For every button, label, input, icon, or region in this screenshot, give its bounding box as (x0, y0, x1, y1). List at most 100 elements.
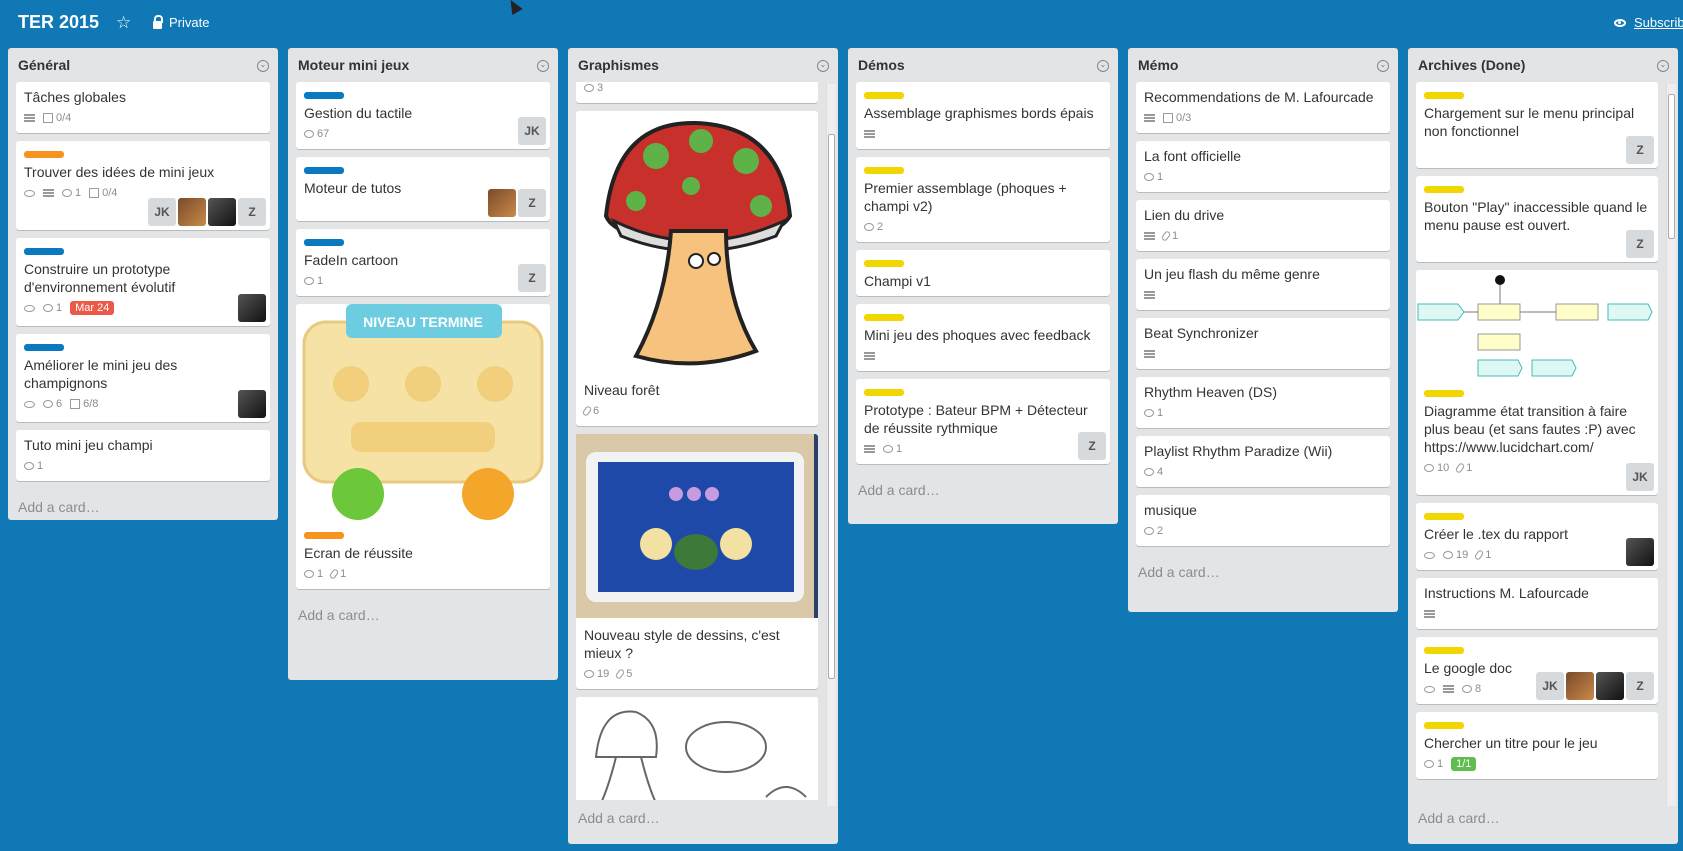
card[interactable]: Mini jeu des phoques avec feedback (856, 304, 1110, 371)
comment-count: 67 (317, 128, 330, 140)
card[interactable]: musique 2 (1136, 495, 1390, 546)
card-title: Niveau forêt (584, 382, 660, 398)
card[interactable]: Rhythm Heaven (DS) 1 (1136, 377, 1390, 428)
scrollbar-thumb[interactable] (828, 134, 835, 679)
member-avatar[interactable]: JK (1626, 463, 1654, 491)
card[interactable]: Prototype : Bateur BPM + Détecteur de ré… (856, 379, 1110, 464)
list-menu-icon[interactable]: ⌄ (817, 60, 829, 72)
card[interactable]: Niveau forêt 6 (576, 111, 818, 426)
list-title[interactable]: Mémo (1138, 57, 1178, 73)
list-title[interactable]: Démos (858, 57, 905, 73)
checklist-count: 0/4 (102, 187, 118, 199)
card[interactable]: Créer le .tex du rapport 19 1 (1416, 503, 1658, 570)
list-title[interactable]: Moteur mini jeux (298, 57, 409, 73)
comment-badge: 3 (584, 82, 603, 94)
member-avatar[interactable] (488, 189, 516, 217)
card-members: JK Z (1536, 672, 1654, 700)
visibility-button[interactable]: Private (153, 14, 209, 30)
list-title[interactable]: Graphismes (578, 57, 659, 73)
list-menu-icon[interactable]: ⌄ (257, 60, 269, 72)
list-menu-icon[interactable]: ⌄ (537, 60, 549, 72)
card[interactable]: Bouton "Play" inaccessible quand le menu… (1416, 176, 1658, 262)
card[interactable]: FadeIn cartoon 1 Z (296, 229, 550, 296)
card-members (238, 294, 266, 322)
subscribe-button[interactable]: Subscribe (1614, 15, 1683, 30)
card-members (1626, 538, 1654, 566)
card[interactable]: Assemblage graphismes bords épais (856, 82, 1110, 149)
member-avatar[interactable] (238, 294, 266, 322)
card[interactable]: Moteur de tutos Z (296, 157, 550, 221)
list-menu-icon[interactable]: ⌄ (1377, 60, 1389, 72)
attachment-icon (614, 668, 626, 680)
member-avatar[interactable]: JK (148, 198, 176, 226)
add-card-link[interactable]: Add a card… (8, 489, 278, 520)
member-avatar[interactable]: Z (1626, 230, 1654, 258)
member-avatar[interactable] (1626, 538, 1654, 566)
attachment-icon (328, 568, 340, 580)
add-card-link[interactable]: Add a card… (848, 472, 1118, 510)
card[interactable]: Playlist Rhythm Paradize (Wii) 4 (1136, 436, 1390, 487)
add-card-link[interactable]: Add a card… (288, 597, 558, 635)
card[interactable] (576, 697, 818, 800)
member-avatar[interactable] (1596, 672, 1624, 700)
list-menu-icon[interactable]: ⌄ (1097, 60, 1109, 72)
member-avatar[interactable]: Z (1626, 136, 1654, 164)
card[interactable]: Tâches globales 0/4 (16, 82, 270, 133)
member-avatar[interactable]: Z (1078, 432, 1106, 460)
list-scrollbar[interactable] (826, 84, 836, 806)
card[interactable]: Recommendations de M. Lafourcade 0/3 (1136, 82, 1390, 133)
card[interactable]: Champi v1 (856, 250, 1110, 296)
card[interactable]: Chercher un titre pour le jeu 1 1/1 (1416, 712, 1658, 779)
member-avatar[interactable] (208, 198, 236, 226)
attachment-count: 6 (593, 405, 600, 417)
card[interactable]: Le google doc 8 JK Z (1416, 637, 1658, 704)
add-card-link[interactable]: Add a card… (1408, 800, 1678, 838)
add-card-link[interactable]: Add a card… (1128, 554, 1398, 592)
list-scrollbar[interactable] (1666, 84, 1676, 806)
card[interactable]: Un jeu flash du même genre (1136, 259, 1390, 310)
member-avatar[interactable]: Z (1626, 672, 1654, 700)
card[interactable]: NIVEAU TERMINE Ecran de réussite 1 1 (296, 304, 550, 589)
card[interactable]: 3 (576, 82, 818, 103)
attachment-badge: 5 (614, 668, 632, 680)
card[interactable]: Beat Synchronizer (1136, 318, 1390, 369)
member-avatar[interactable] (178, 198, 206, 226)
card-badges (1144, 286, 1382, 304)
card[interactable]: Gestion du tactile 67 JK (296, 82, 550, 149)
card[interactable]: Instructions M. Lafourcade (1416, 578, 1658, 629)
card-label-yellow (1424, 92, 1464, 99)
star-icon[interactable]: ☆ (116, 13, 131, 33)
list-menu-icon[interactable]: ⌄ (1657, 60, 1669, 72)
card[interactable]: Tuto mini jeu champi 1 (16, 430, 270, 481)
comment-icon (1462, 685, 1472, 693)
list-header: Démos ⌄ (848, 48, 1118, 82)
scrollbar-thumb[interactable] (1668, 94, 1675, 239)
checklist-count: 0/4 (56, 112, 72, 124)
list-header: Mémo ⌄ (1128, 48, 1398, 82)
member-avatar[interactable] (238, 390, 266, 418)
card[interactable]: Premier assemblage (phoques + champi v2)… (856, 157, 1110, 242)
member-avatar[interactable]: Z (518, 264, 546, 292)
comment-count: 1 (317, 275, 324, 287)
add-card-link[interactable]: Add a card… (568, 800, 838, 838)
list-title[interactable]: Archives (Done) (1418, 57, 1525, 73)
card[interactable]: Chargement sur le menu principal non fon… (1416, 82, 1658, 168)
card[interactable]: Améliorer le mini jeu des champignons 6 … (16, 334, 270, 422)
card-title: Prototype : Bateur BPM + Détecteur de ré… (864, 402, 1088, 436)
member-avatar[interactable]: JK (1536, 672, 1564, 700)
member-avatar[interactable]: JK (518, 117, 546, 145)
card[interactable]: Construire un prototype d'environnement … (16, 238, 270, 326)
card[interactable]: Lien du drive 1 (1136, 200, 1390, 251)
card-label-blue (24, 248, 64, 255)
card[interactable]: Trouver des idées de mini jeux 1 0/4 JK … (16, 141, 270, 230)
member-avatar[interactable]: Z (238, 198, 266, 226)
card[interactable]: Nouveau style de dessins, c'est mieux ? … (576, 434, 818, 689)
card[interactable]: La font officielle 1 (1136, 141, 1390, 192)
board-title[interactable]: TER 2015 (18, 12, 99, 33)
member-avatar[interactable] (1566, 672, 1594, 700)
member-avatar[interactable]: Z (518, 189, 546, 217)
list-title[interactable]: Général (18, 57, 70, 73)
description-icon (1144, 291, 1155, 299)
card[interactable]: Diagramme état transition à faire plus b… (1416, 270, 1658, 495)
card-label-yellow (1424, 390, 1464, 397)
